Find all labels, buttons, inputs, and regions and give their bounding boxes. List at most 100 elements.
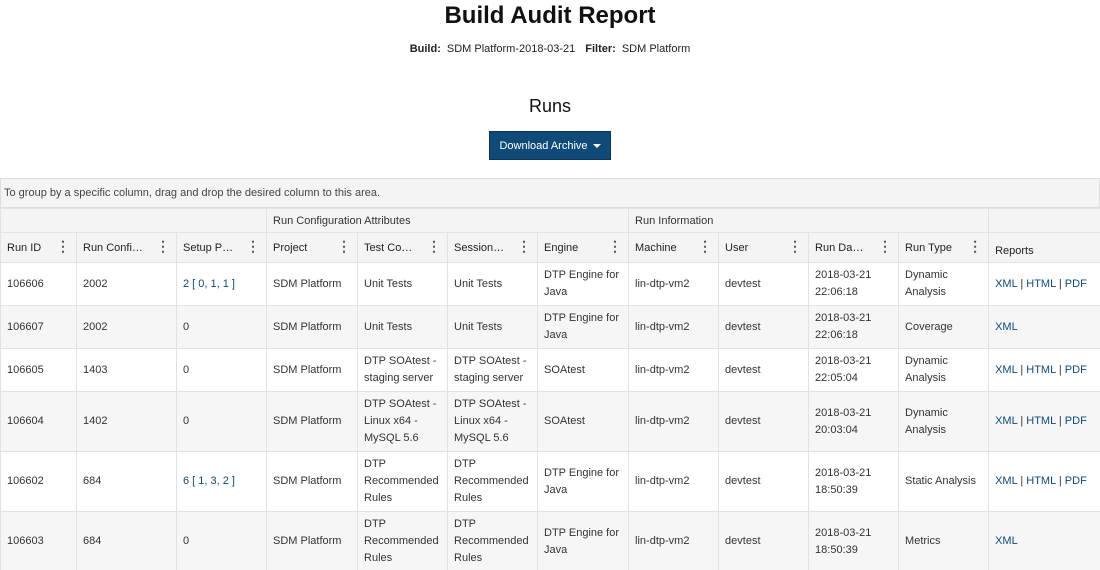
table-row[interactable]: 106603 684 0 SDM Platform DTP Recommended Ru… [0, 511, 1100, 570]
column-header-label: Machine [635, 241, 677, 254]
cell-run-date: 2018-03-21 22:06:18 [808, 262, 900, 306]
cell-user: devtest [718, 305, 810, 349]
report-link-html[interactable]: HTML [1026, 278, 1056, 290]
report-link-xml[interactable]: XML [995, 321, 1018, 333]
column-header[interactable]: Run Type ⋮ [898, 232, 990, 263]
cell-reports: XML | HTML | PDF [988, 451, 1100, 512]
column-header[interactable]: Machine ⋮ [628, 232, 720, 263]
cell-session: DTP Recommended Rules [447, 451, 539, 512]
cell-run-type: Dynamic Analysis [898, 348, 990, 392]
table-row[interactable]: 106607 2002 0 SDM Platform Unit Tests Unit Te… [0, 305, 1100, 349]
page-title: Build Audit Report [444, 2, 656, 29]
cell-engine: DTP Engine for Java [537, 305, 630, 349]
cell-project: SDM Platform [266, 262, 359, 306]
runs-title: Runs [528, 96, 572, 116]
cell-run-id: 106602 [0, 451, 77, 512]
report-link-xml[interactable]: XML [995, 364, 1017, 376]
cell-run-config: 2002 [76, 305, 177, 349]
kebab-icon[interactable]: ⋮ [56, 239, 70, 253]
kebab-icon[interactable]: ⋮ [698, 239, 712, 253]
column-header[interactable]: Setup P… ⋮ [175, 232, 268, 263]
kebab-icon[interactable]: ⋮ [337, 239, 351, 253]
report-link-html[interactable]: HTML [1026, 415, 1056, 427]
cell-session: Unit Tests [447, 262, 539, 306]
cell-run-id: 106603 [0, 511, 77, 570]
runs-grid: To group by a specific column, drag and … [0, 178, 1100, 570]
cell-reports: XML | HTML | PDF [988, 348, 1100, 392]
kebab-icon[interactable]: ⋮ [427, 239, 441, 253]
column-header-label: Test Co… [364, 241, 413, 254]
column-header-label: Session… [454, 241, 505, 254]
caret-down-icon [592, 143, 601, 148]
column-header[interactable]: User ⋮ [718, 232, 810, 263]
cell-run-id: 106605 [0, 348, 77, 392]
column-header[interactable]: Run ID ⋮ [0, 232, 77, 263]
column-header[interactable]: Run Confi… ⋮ [76, 232, 177, 263]
kebab-icon[interactable]: ⋮ [517, 239, 531, 253]
cell-setup: 0 [175, 511, 268, 570]
column-header[interactable]: Run Da… ⋮ [808, 232, 900, 263]
cell-run-config: 2002 [76, 262, 177, 306]
cell-reports: XML | HTML | PDF [988, 391, 1100, 452]
kebab-icon[interactable]: ⋮ [788, 239, 802, 253]
table-row[interactable]: 106606 2002 2 [ 0, 1, 1 ] SDM Platform Unit … [0, 262, 1100, 306]
cell-setup[interactable]: 6 [ 1, 3, 2 ] [175, 451, 268, 512]
cell-engine: DTP Engine for Java [537, 451, 630, 512]
cell-run-config: 684 [76, 451, 177, 512]
kebab-icon[interactable]: ⋮ [246, 239, 260, 253]
table-row[interactable]: 106604 1402 0 SDM Platform DTP SOAtest - Lin… [0, 391, 1100, 452]
report-link-pdf[interactable]: PDF [1065, 475, 1087, 487]
cell-run-type: Static Analysis [898, 451, 990, 512]
cell-setup[interactable]: 2 [ 0, 1, 1 ] [175, 262, 268, 306]
cell-reports: XML [988, 305, 1100, 349]
table-row[interactable]: 106602 684 6 [ 1, 3, 2 ] SDM Platform DTP Re… [0, 451, 1100, 512]
report-link-xml[interactable]: XML [995, 415, 1017, 427]
build-value: SDM Platform-2018-03-21 [446, 43, 576, 55]
cell-machine: lin-dtp-vm2 [628, 391, 720, 452]
kebab-icon[interactable]: ⋮ [878, 239, 892, 253]
cell-user: devtest [718, 348, 810, 392]
column-header-label: Setup P… [183, 241, 234, 254]
column-header[interactable]: Session… ⋮ [447, 232, 539, 263]
filter-label: Filter: [585, 43, 616, 55]
cell-reports: XML | HTML | PDF [988, 262, 1100, 306]
report-link-xml[interactable]: XML [995, 535, 1018, 547]
cell-setup: 0 [175, 305, 268, 349]
group-drop-area[interactable]: To group by a specific column, drag and … [0, 179, 1100, 208]
cell-engine: DTP Engine for Java [537, 511, 630, 570]
column-header[interactable]: Reports [988, 232, 1100, 263]
cell-project: SDM Platform [266, 391, 359, 452]
kebab-icon[interactable]: ⋮ [968, 239, 982, 253]
cell-session: DTP SOAtest - staging server [447, 348, 539, 392]
group-header-reports-blank [988, 208, 1100, 233]
column-header[interactable]: Test Co… ⋮ [357, 232, 449, 263]
cell-user: devtest [718, 451, 810, 512]
cell-machine: lin-dtp-vm2 [628, 305, 720, 349]
download-archive-label: Download Archive [499, 139, 588, 152]
table-row[interactable]: 106605 1403 0 SDM Platform DTP SOAtest - sta… [0, 348, 1100, 392]
filter-value: SDM Platform [621, 43, 691, 55]
cell-engine: DTP Engine for Java [537, 262, 630, 306]
cell-reports: XML [988, 511, 1100, 570]
cell-project: SDM Platform [266, 451, 359, 512]
report-link-pdf[interactable]: PDF [1065, 364, 1087, 376]
kebab-icon[interactable]: ⋮ [156, 239, 170, 253]
column-header-label: User [725, 241, 749, 254]
column-header[interactable]: Project ⋮ [266, 232, 359, 263]
cell-project: SDM Platform [266, 348, 359, 392]
kebab-icon[interactable]: ⋮ [608, 239, 622, 253]
download-archive-button[interactable]: Download Archive [489, 131, 611, 160]
report-link-html[interactable]: HTML [1026, 364, 1056, 376]
cell-user: devtest [718, 262, 810, 306]
column-header[interactable]: Engine ⋮ [537, 232, 630, 263]
cell-run-type: Metrics [898, 511, 990, 570]
report-link-html[interactable]: HTML [1026, 475, 1056, 487]
cell-run-config: 1402 [76, 391, 177, 452]
cell-project: SDM Platform [266, 511, 359, 570]
report-link-xml[interactable]: XML [995, 278, 1017, 290]
report-link-pdf[interactable]: PDF [1065, 415, 1087, 427]
cell-run-type: Coverage [898, 305, 990, 349]
report-link-xml[interactable]: XML [995, 475, 1017, 487]
report-link-pdf[interactable]: PDF [1065, 278, 1087, 290]
column-header-label: Run ID [7, 241, 42, 254]
